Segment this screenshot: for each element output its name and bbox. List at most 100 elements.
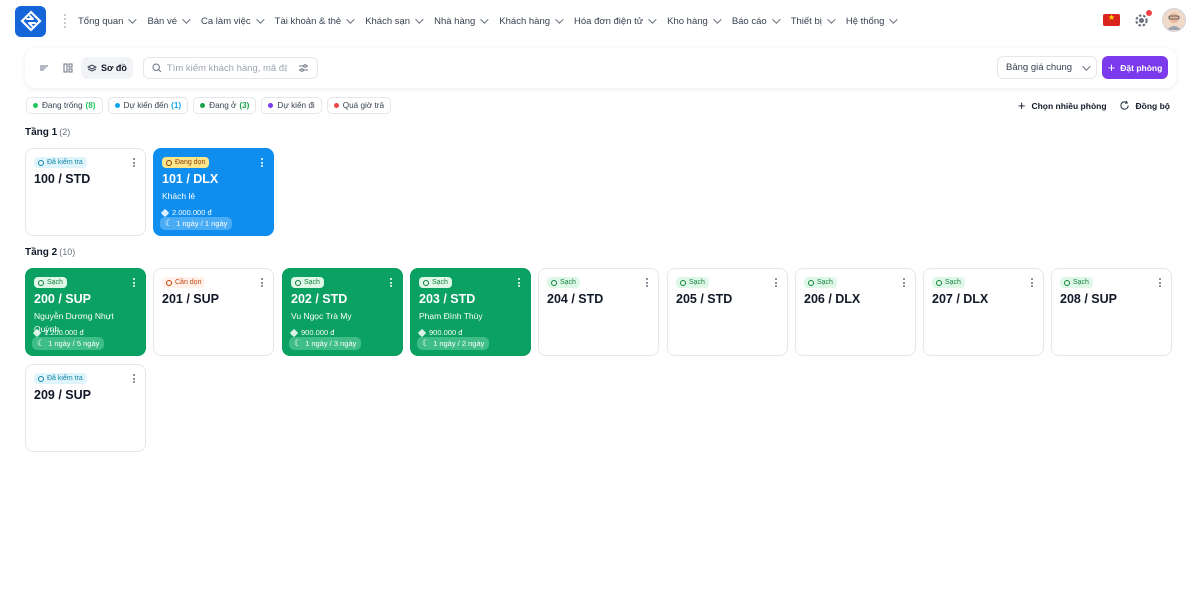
more-options-icon[interactable] — [775, 278, 778, 287]
legend-chip[interactable]: Dự kiến đến (1) — [107, 97, 189, 114]
more-options-icon[interactable] — [1031, 278, 1034, 287]
room-number: 205 / STD — [676, 292, 733, 306]
room-price-value: 900.000 đ — [301, 328, 335, 337]
room-card[interactable]: Sạch 203 / STD Phạm Đình Thùy 900.000 đ ☾ 1 n… — [410, 268, 531, 356]
room-number: 208 / SUP — [1060, 292, 1117, 306]
stay-duration-value: 1 ngày / 2 ngày — [433, 339, 485, 348]
price-list-select[interactable]: Bảng giá chung — [997, 56, 1097, 79]
menu-item-customers[interactable]: Khách hàng — [499, 15, 564, 27]
chevron-down-icon — [648, 15, 657, 24]
notification-dot — [1146, 9, 1152, 16]
menu-item-inventory[interactable]: Kho hàng — [667, 15, 722, 27]
room-card[interactable]: Đã kiểm tra 100 / STD — [25, 148, 146, 236]
list-view-button[interactable] — [33, 57, 55, 79]
menu-item-hotel[interactable]: Khách sạn — [365, 15, 424, 27]
more-options-icon[interactable] — [133, 158, 136, 167]
filter-icon[interactable] — [298, 63, 309, 73]
room-number: 201 / SUP — [162, 292, 219, 306]
menu-item-e-invoice[interactable]: Hóa đơn điện tử — [574, 15, 657, 27]
room-number: 204 / STD — [547, 292, 604, 306]
legend-chip[interactable]: Đang trống (8) — [26, 97, 103, 114]
status-check-icon — [423, 279, 429, 286]
room-status-badge: Sạch — [291, 277, 324, 288]
legend-label: Dự kiến đi — [277, 101, 315, 110]
room-card[interactable]: Sạch 205 / STD — [667, 268, 788, 356]
map-view-button[interactable]: Sơ đồ — [81, 57, 133, 79]
more-options-icon[interactable] — [261, 158, 264, 167]
more-options-icon[interactable] — [261, 278, 264, 287]
room-card[interactable]: Sạch 208 / SUP — [1051, 268, 1172, 356]
room-status-badge: Sạch — [1060, 277, 1093, 288]
room-number: 100 / STD — [34, 172, 91, 186]
select-multiple-label: Chọn nhiều phòng — [1031, 100, 1107, 111]
menu-item-overview[interactable]: Tổng quan — [78, 15, 138, 27]
room-price: 1.200.000 đ — [32, 328, 84, 337]
room-card[interactable]: Sạch 200 / SUP Nguyễn Dương Nhựt Quỳnh 1.20… — [25, 268, 146, 356]
menu-item-accounts[interactable]: Tài khoản & thẻ — [275, 15, 355, 27]
room-card[interactable]: Sạch 202 / STD Vu Ngọc Trà My 900.000 đ ☾ 1 n… — [282, 268, 403, 356]
map-view-label: Sơ đồ — [101, 63, 127, 73]
more-options-icon[interactable] — [1159, 278, 1162, 287]
more-options-icon[interactable] — [518, 278, 521, 287]
room-card[interactable]: Sạch 206 / DLX — [795, 268, 916, 356]
menu-label: Bán vé — [147, 15, 178, 27]
room-status-badge: Sạch — [676, 277, 709, 288]
app-logo[interactable] — [15, 5, 46, 37]
legend-count: (8) — [85, 101, 96, 110]
room-status-label: Sạch — [689, 279, 705, 286]
vietnam-flag-icon[interactable] — [1103, 13, 1120, 26]
legend-chip[interactable]: Đang ở (3) — [193, 97, 257, 114]
legend-actions: + Chọn nhiều phòng Đồng bộ — [1006, 99, 1170, 112]
avatar[interactable] — [1162, 8, 1186, 32]
more-options-icon[interactable] — [646, 278, 649, 287]
menu-item-system[interactable]: Hệ thống — [845, 15, 899, 27]
chevron-down-icon — [827, 15, 836, 24]
legend-chip[interactable]: Dự kiến đi — [261, 97, 322, 114]
settings-button[interactable] — [1133, 9, 1152, 29]
room-status-label: Sạch — [817, 279, 833, 286]
room-card[interactable]: Sạch 204 / STD — [538, 268, 659, 356]
floor-name: Tầng 2 — [25, 247, 58, 258]
menu-label: Ca làm việc — [201, 15, 251, 27]
menu-item-reports[interactable]: Báo cáo — [732, 15, 781, 27]
room-price-value: 2.000.000 đ — [172, 208, 212, 217]
menu-item-restaurant[interactable]: Nhà hàng — [434, 15, 489, 27]
grid-icon — [63, 63, 73, 73]
menu-label: Khách hàng — [499, 15, 551, 27]
chevron-down-icon — [128, 15, 138, 24]
plus-icon: + — [1107, 60, 1116, 75]
more-options-icon[interactable] — [133, 374, 136, 383]
stay-duration-badge: ☾ 1 ngày / 3 ngày — [289, 337, 362, 350]
room-card[interactable]: Sạch 207 / DLX — [923, 268, 1044, 356]
menu-label: Hệ thống — [845, 15, 885, 27]
menu-item-shifts[interactable]: Ca làm việc — [201, 15, 265, 27]
room-status-badge: Đã kiểm tra — [34, 157, 87, 168]
select-multiple-rooms-button[interactable]: + Chọn nhiều phòng — [1018, 99, 1107, 112]
legend-label: Quá giờ trả — [342, 101, 385, 110]
status-check-icon — [936, 279, 942, 286]
room-status-badge: Sạch — [419, 277, 452, 288]
floor-title: Tầng 2 (10) — [25, 247, 75, 258]
floor-name: Tầng 1 — [25, 127, 58, 138]
more-options-icon[interactable] — [390, 278, 393, 287]
grid-view-button[interactable] — [57, 57, 79, 79]
floor-title: Tầng 1 (2) — [25, 127, 70, 138]
legend-chip[interactable]: Quá giờ trả — [326, 97, 392, 114]
room-card[interactable]: Đang dọn 101 / DLX Khách lẻ 2.000.000 đ ☾ 1 n… — [153, 148, 274, 236]
menu-item-devices[interactable]: Thiết bị — [791, 15, 836, 27]
room-card[interactable]: Cần dọn 201 / SUP — [153, 268, 274, 356]
sync-button[interactable]: Đồng bộ — [1119, 100, 1170, 111]
menu-item-ticket-sales[interactable]: Bán vé — [147, 15, 191, 27]
more-options-icon[interactable] — [903, 278, 906, 287]
room-number: 203 / STD — [419, 292, 476, 306]
search-icon — [152, 63, 162, 73]
book-room-button[interactable]: + Đặt phòng — [1102, 56, 1168, 79]
search-input[interactable] — [166, 62, 287, 74]
guest-name: Vu Ngọc Trà My — [291, 311, 352, 321]
price-list-value: Bảng giá chung — [1006, 62, 1073, 73]
chevron-down-icon — [889, 15, 899, 24]
sync-label: Đồng bộ — [1135, 100, 1170, 111]
more-options-icon[interactable] — [133, 278, 136, 287]
room-card[interactable]: Đã kiểm tra 209 / SUP — [25, 364, 146, 452]
book-room-label: Đặt phòng — [1120, 62, 1163, 73]
